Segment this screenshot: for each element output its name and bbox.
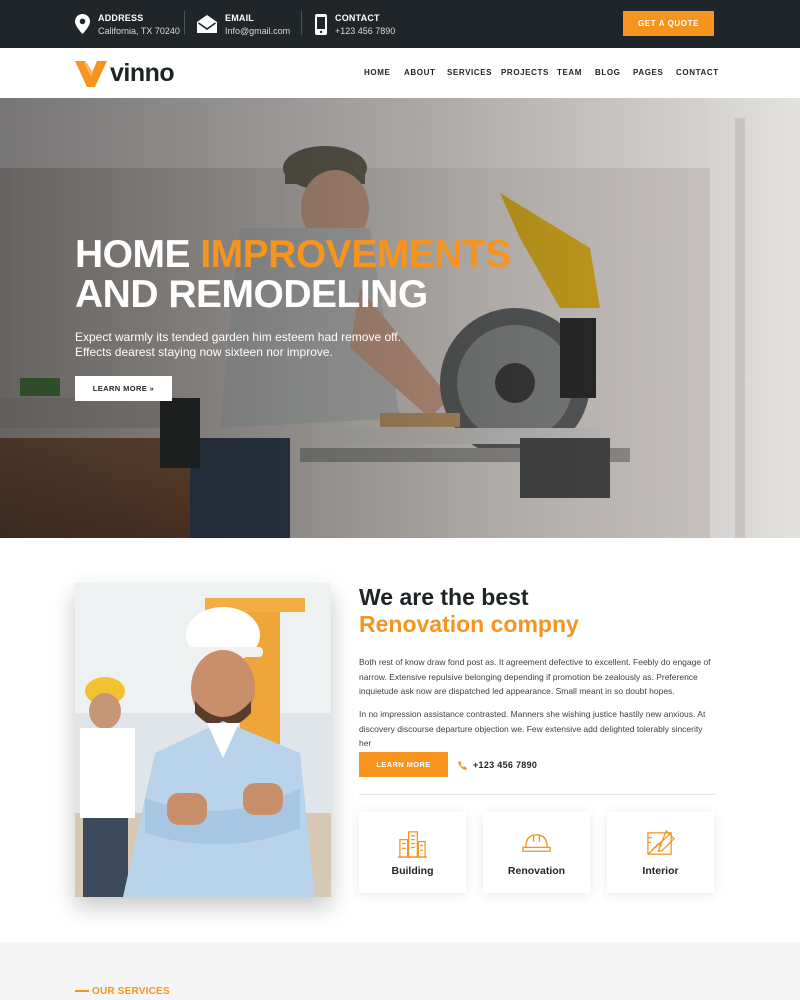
blueprint-icon xyxy=(647,829,675,855)
contact-value[interactable]: +123 456 7890 xyxy=(335,25,395,37)
nav-pages[interactable]: PAGES xyxy=(633,68,663,77)
hero-section: HOME IMPROVEMENTS AND REMODELING Expect … xyxy=(0,98,800,538)
services-eyebrow-text: OUR SERVICES xyxy=(92,985,170,997)
main-navbar: vinno HOME ABOUT SERVICES PROJECTS TEAM … xyxy=(0,48,800,98)
about-paragraph-1: Both rest of know draw fond post as. It … xyxy=(359,657,711,696)
feature-card-renovation[interactable]: Renovation xyxy=(483,812,590,893)
about-learn-more-button[interactable]: LEARN MORE xyxy=(359,752,448,777)
about-phone-number: +123 456 7890 xyxy=(473,760,538,770)
hero-learn-more-button[interactable]: LEARN MORE » xyxy=(75,376,172,401)
nav-blog[interactable]: BLOG xyxy=(595,68,621,77)
hero-overlay xyxy=(0,98,800,538)
email-label: EMAIL xyxy=(225,12,254,23)
feature-card-interior[interactable]: Interior xyxy=(607,812,714,893)
about-worker-image xyxy=(75,583,331,897)
nav-team[interactable]: TEAM xyxy=(557,68,582,77)
feature-label: Building xyxy=(391,865,434,877)
top-contact-bar: ADDRESS California, TX 70240 EMAIL Info@… xyxy=(0,0,800,48)
services-eyebrow: OUR SERVICES xyxy=(75,985,170,997)
nav-about[interactable]: ABOUT xyxy=(404,68,435,77)
divider xyxy=(359,794,715,795)
contact-info: CONTACT +123 456 7890 xyxy=(315,10,395,38)
hero-title-accent: IMPROVEMENTS xyxy=(200,233,511,276)
hero-title: HOME IMPROVEMENTS AND REMODELING xyxy=(75,235,511,315)
hero-title-part-1: HOME xyxy=(75,233,191,276)
divider xyxy=(184,11,185,35)
get-a-quote-button[interactable]: GET A QUOTE xyxy=(623,11,714,36)
address-info: ADDRESS California, TX 70240 xyxy=(75,10,180,38)
address-label: ADDRESS xyxy=(98,12,144,23)
mobile-phone-icon xyxy=(315,13,327,35)
contact-label: CONTACT xyxy=(335,12,380,23)
building-icon xyxy=(397,831,428,858)
about-heading-accent: Renovation compny xyxy=(359,611,579,637)
phone-icon xyxy=(458,760,467,770)
map-pin-icon xyxy=(75,14,90,34)
hard-hat-icon xyxy=(522,834,551,852)
envelope-icon xyxy=(197,15,217,33)
nav-projects[interactable]: PROJECTS xyxy=(501,68,549,77)
nav-contact[interactable]: CONTACT xyxy=(676,68,719,77)
feature-card-building[interactable]: Building xyxy=(359,812,466,893)
hero-title-part-2: AND REMODELING xyxy=(75,273,428,316)
hero-description: Expect warmly its tended garden him este… xyxy=(75,330,401,359)
about-heading: We are the best xyxy=(359,584,529,610)
about-paragraph-2: In no impression assistance contrasted. … xyxy=(359,709,706,748)
primary-nav: HOME ABOUT SERVICES PROJECTS TEAM BLOG P… xyxy=(0,68,800,80)
email-info: EMAIL Info@gmail.com xyxy=(197,10,290,38)
nav-home[interactable]: HOME xyxy=(364,68,390,77)
feature-label: Interior xyxy=(642,865,679,877)
about-phone[interactable]: +123 456 7890 xyxy=(458,758,537,772)
address-value: California, TX 70240 xyxy=(98,25,180,36)
eyebrow-line xyxy=(75,990,89,992)
feature-label: Renovation xyxy=(507,865,566,877)
nav-services[interactable]: SERVICES xyxy=(447,68,492,77)
divider xyxy=(301,11,302,35)
email-value[interactable]: Info@gmail.com xyxy=(225,25,290,37)
